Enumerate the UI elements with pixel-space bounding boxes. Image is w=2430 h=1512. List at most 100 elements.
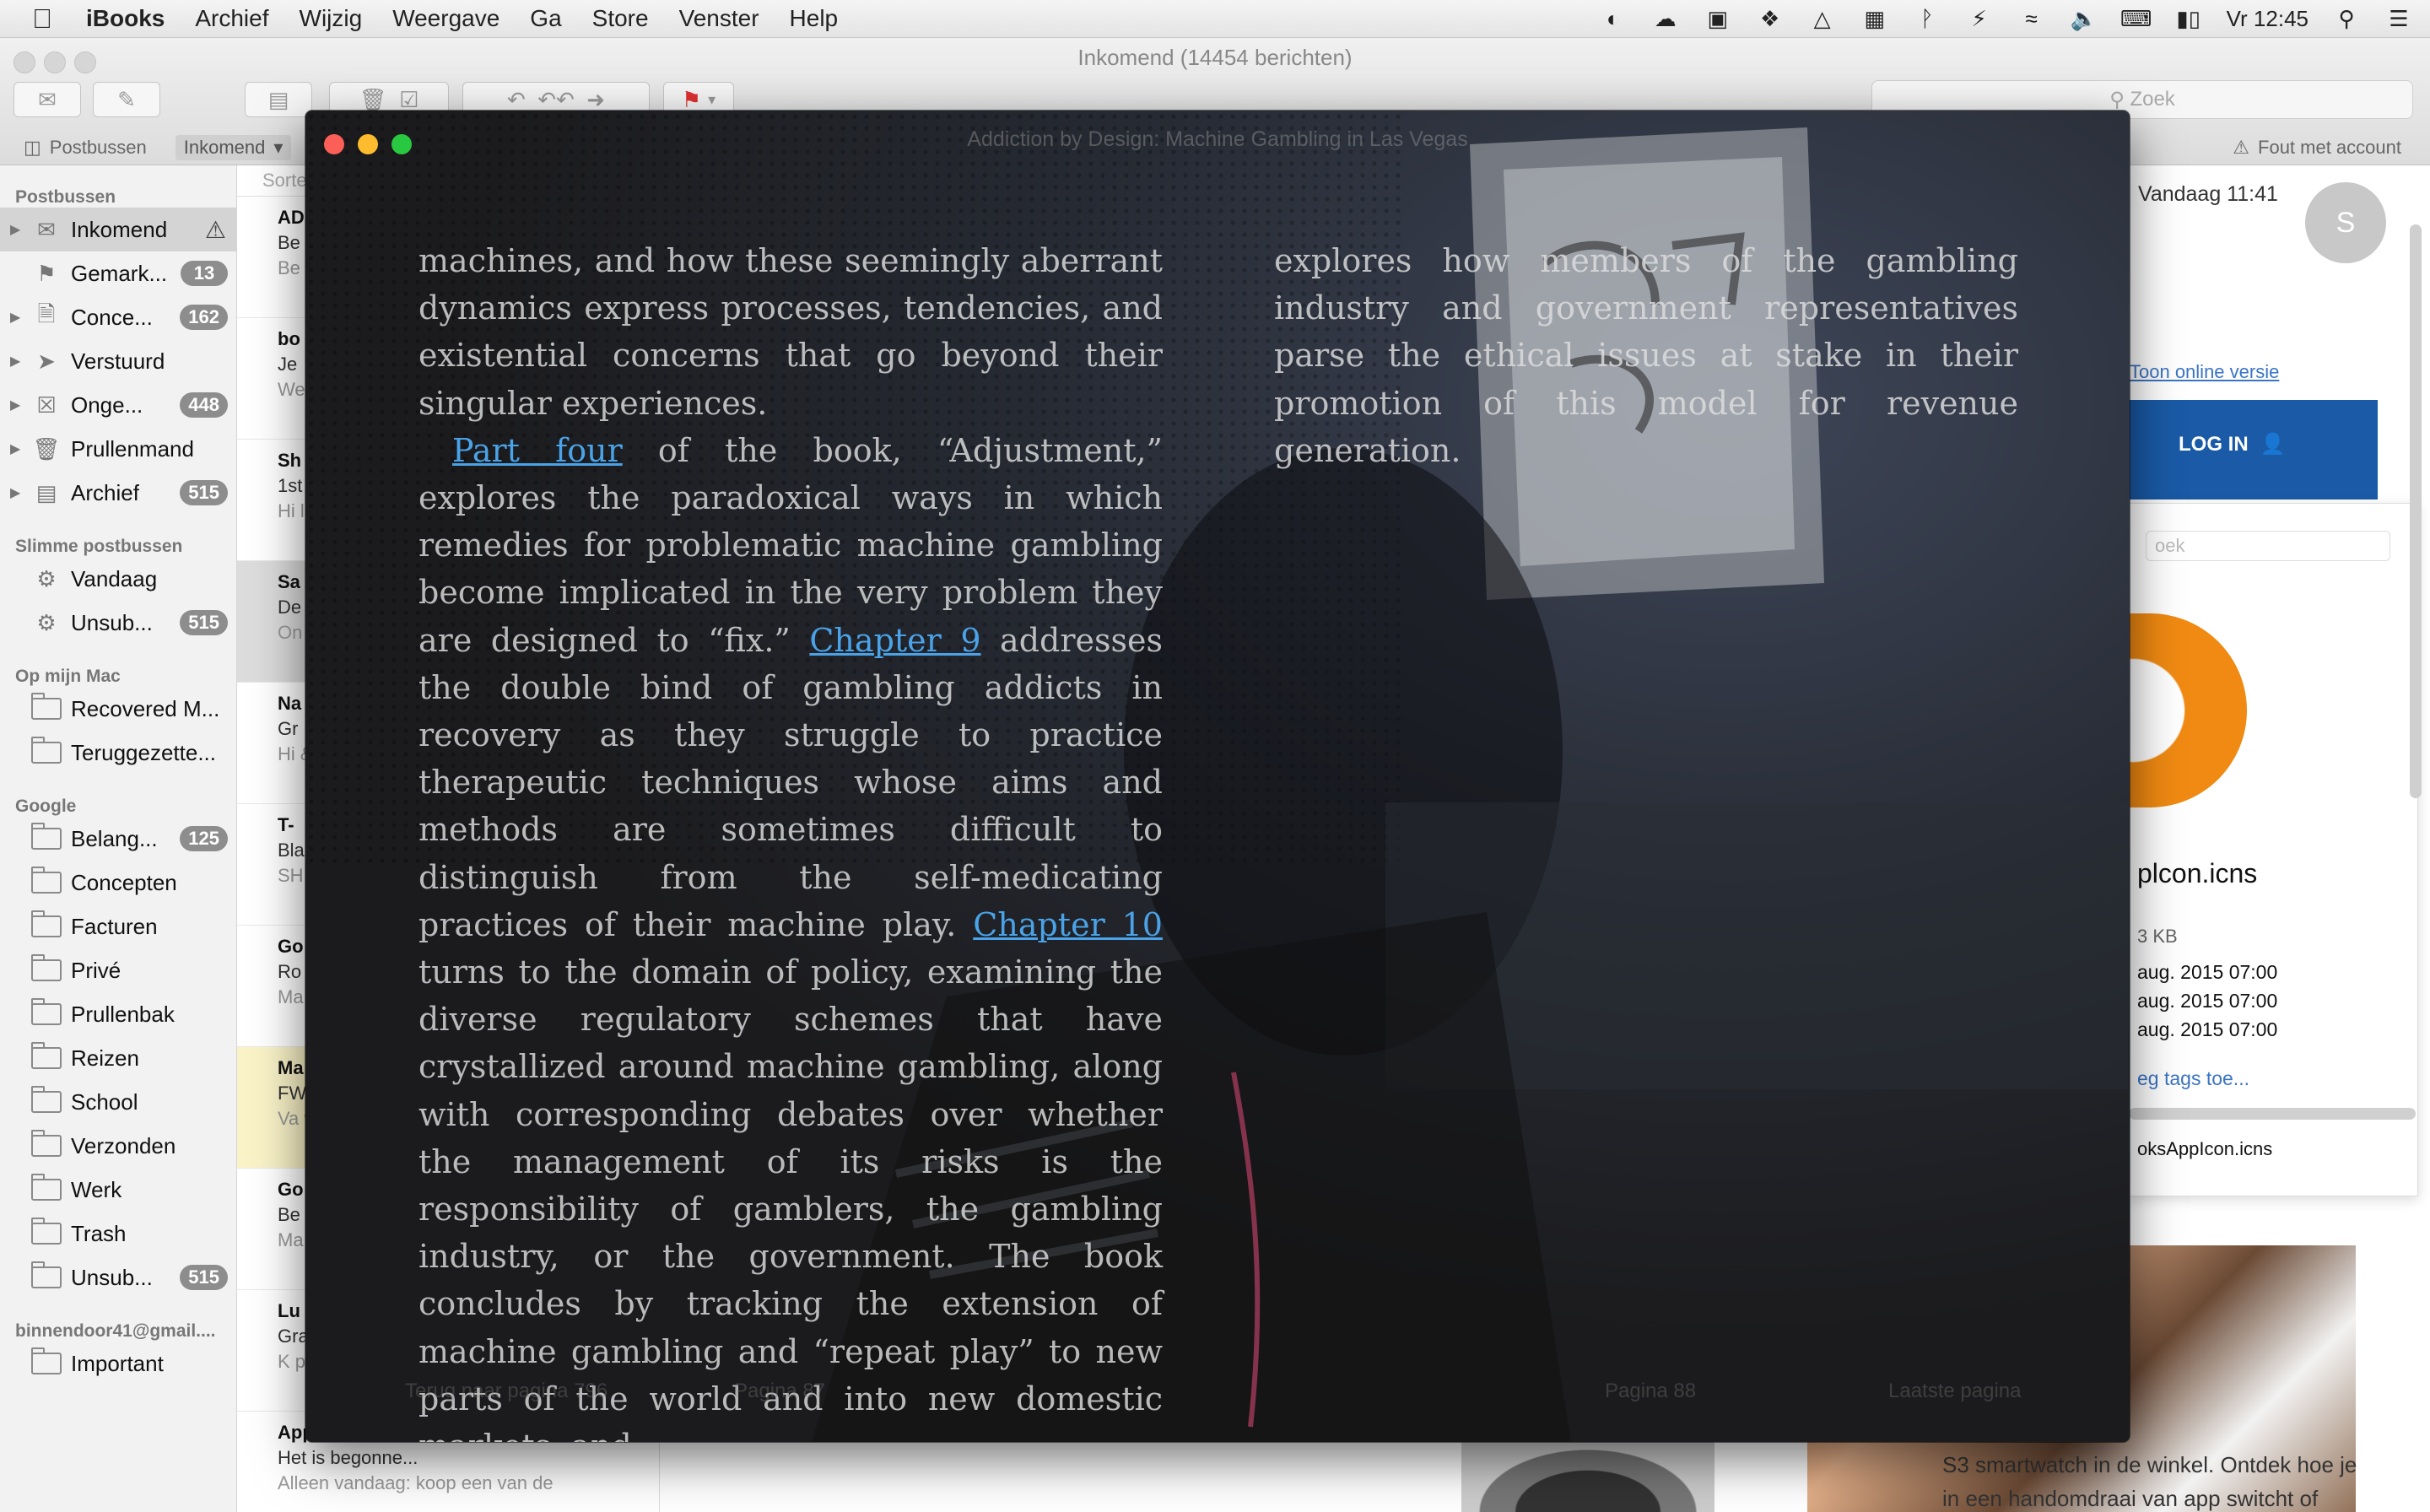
sidebar-item[interactable]: Unsub... 515	[0, 1256, 236, 1299]
keyboard-icon[interactable]: ⌨	[2120, 6, 2152, 31]
disclosure-triangle-icon[interactable]: ▶	[10, 397, 20, 413]
sidebar-section-heading[interactable]: Postbussen	[0, 176, 236, 208]
sidebar-item-label: Trash	[71, 1220, 127, 1246]
part-four-link[interactable]: Part four	[452, 432, 623, 469]
sidebar-item[interactable]: Prullenbak	[0, 992, 236, 1036]
sidebar-section-heading[interactable]: Op mijn Mac	[0, 655, 236, 687]
vertical-scrollbar[interactable]	[2410, 224, 2422, 798]
sidebar-item[interactable]: Concepten	[0, 861, 236, 904]
bluetooth-icon[interactable]: ᚹ	[1913, 6, 1941, 31]
memory-icon[interactable]: ▦	[1860, 6, 1889, 31]
sidebar-item[interactable]: ⚙ Unsub... 515	[0, 601, 236, 645]
sidebar-item[interactable]: ▶ 🗑 Prullenmand	[0, 427, 236, 471]
sync-icon[interactable]: ◐	[1599, 6, 1628, 31]
sidebar-item[interactable]: ▶ ✉ Inkomend ⚠	[0, 208, 236, 251]
favorite-inbox[interactable]: Inkomend ▾	[175, 135, 292, 160]
horizontal-scrollbar[interactable]	[2129, 1108, 2416, 1120]
sidebar-item[interactable]: Belang... 125	[0, 817, 236, 861]
sidebar-item-label: Facturen	[71, 913, 158, 939]
get-mail-button[interactable]: ✉	[14, 82, 81, 117]
mailboxes-toggle[interactable]: ◫ Postbussen	[24, 137, 147, 159]
power-icon[interactable]: ⚡	[1965, 6, 1994, 31]
sidebar-item[interactable]: School	[0, 1080, 236, 1124]
notification-center-icon[interactable]: ☰	[2384, 6, 2413, 31]
search-icon: ⚲	[2109, 88, 2130, 111]
chapter-9-link[interactable]: Chapter 9	[809, 622, 980, 659]
menu-venster[interactable]: Venster	[679, 5, 759, 32]
mail-window-title: Inkomend (14454 berichten)	[1077, 45, 1353, 70]
chevron-down-icon: ▾	[708, 90, 716, 108]
back-to-page-link[interactable]: Terug naar pagina 796	[405, 1380, 608, 1403]
login-link[interactable]: LOG IN 👤	[2179, 432, 2286, 456]
sidebar-item-label: Unsub...	[71, 609, 153, 635]
menu-clock[interactable]: Vr 12:45	[2227, 6, 2308, 32]
menu-app-ibooks[interactable]: iBooks	[86, 5, 165, 32]
sidebar-section-heading[interactable]: Slimme postbussen	[0, 525, 236, 557]
info-search-field[interactable]: oek	[2146, 531, 2390, 561]
sidebar-section-heading[interactable]: binnendoor41@gmail....	[0, 1310, 236, 1342]
sidebar-item[interactable]: Important	[0, 1342, 236, 1385]
promo-text-line-2: in een handomdraai van app switcht of	[1942, 1486, 2319, 1511]
sidebar-item[interactable]: Reizen	[0, 1036, 236, 1080]
last-page-link[interactable]: Laatste pagina	[1888, 1380, 2021, 1403]
sidebar-section-heading[interactable]: Google	[0, 785, 236, 817]
sidebar-item[interactable]: Recovered M...	[0, 687, 236, 731]
chapter-10-link[interactable]: Chapter 10	[973, 906, 1163, 943]
folder-icon	[30, 823, 62, 851]
battery-icon[interactable]: ▮▯	[2174, 6, 2203, 31]
trash-icon: 🗑	[32, 435, 61, 462]
menu-wijzig[interactable]: Wijzig	[300, 5, 363, 32]
cloud-icon[interactable]: ☁	[1651, 6, 1680, 31]
sidebar-item[interactable]: Facturen	[0, 904, 236, 948]
menu-ga[interactable]: Ga	[530, 5, 561, 32]
sidebar-item[interactable]: ▶ ☒ Onge... 448	[0, 383, 236, 427]
disclosure-triangle-icon[interactable]: ▶	[10, 309, 20, 326]
folder-icon	[30, 1261, 62, 1290]
warning-icon[interactable]: ⚠	[205, 216, 226, 244]
add-tags-link[interactable]: eg tags toe...	[2137, 1067, 2249, 1090]
left-page-text-3: turns to the domain of policy, examining…	[418, 953, 1163, 1442]
sidebar-item-label: Unsub...	[71, 1264, 153, 1290]
sidebar-item[interactable]: ▶ ➤ Verstuurd	[0, 339, 236, 383]
sidebar-item[interactable]: ▶ 🗎 Conce... 162	[0, 295, 236, 339]
unread-count-badge: 448	[180, 392, 228, 418]
menu-archief[interactable]: Archief	[195, 5, 268, 32]
unread-count-badge: 515	[180, 610, 228, 635]
sidebar-item[interactable]: ⚑ Gemark... 13	[0, 251, 236, 295]
screen-share-icon[interactable]: ▣	[1704, 6, 1732, 31]
spotlight-search-icon[interactable]: ⚲	[2332, 6, 2361, 31]
sidebar-item[interactable]: Verzonden	[0, 1124, 236, 1168]
folder-icon	[30, 1042, 62, 1071]
search-placeholder: Zoek	[2130, 88, 2175, 111]
sidebar-item-label: Prullenmand	[71, 435, 194, 462]
online-version-link[interactable]: Toon online versie	[2130, 361, 2279, 383]
apple-menu-icon[interactable]: 	[17, 3, 68, 35]
sidebar-item[interactable]: ▶ ▤ Archief 515	[0, 471, 236, 515]
menu-help[interactable]: Help	[790, 5, 839, 32]
unread-count-badge: 162	[180, 305, 228, 330]
disclosure-triangle-icon[interactable]: ▶	[10, 440, 20, 457]
archive-button[interactable]: ▤	[245, 82, 312, 117]
menu-weergave[interactable]: Weergave	[392, 5, 500, 32]
sidebar-item-label: Concepten	[71, 869, 177, 895]
disclosure-triangle-icon[interactable]: ▶	[10, 353, 20, 370]
sidebar-item-label: Vandaag	[71, 565, 158, 591]
gear-icon: ⚙	[36, 609, 57, 635]
volume-icon[interactable]: 🔈	[2070, 6, 2098, 31]
sidebar-item[interactable]: Trash	[0, 1212, 236, 1256]
folder-icon	[30, 1218, 62, 1246]
compose-button[interactable]: ✎	[93, 82, 160, 117]
wifi-icon[interactable]: ≈	[2017, 6, 2046, 31]
sidebar-item[interactable]: Werk	[0, 1168, 236, 1212]
disclosure-triangle-icon[interactable]: ▶	[10, 484, 20, 501]
sidebar-item[interactable]: Privé	[0, 948, 236, 992]
account-error-label: Fout met account	[2258, 137, 2401, 158]
sidebar-item[interactable]: Teruggezette...	[0, 731, 236, 775]
mailboxes-label: Postbussen	[49, 137, 147, 158]
dropbox-icon[interactable]: ❖	[1756, 6, 1785, 31]
disclosure-triangle-icon[interactable]: ▶	[10, 221, 20, 238]
account-error[interactable]: ⚠ Fout met account	[2233, 137, 2401, 159]
sidebar-item[interactable]: ⚙ Vandaag	[0, 557, 236, 601]
menu-store[interactable]: Store	[592, 5, 649, 32]
airplay-icon[interactable]: △	[1808, 6, 1837, 31]
